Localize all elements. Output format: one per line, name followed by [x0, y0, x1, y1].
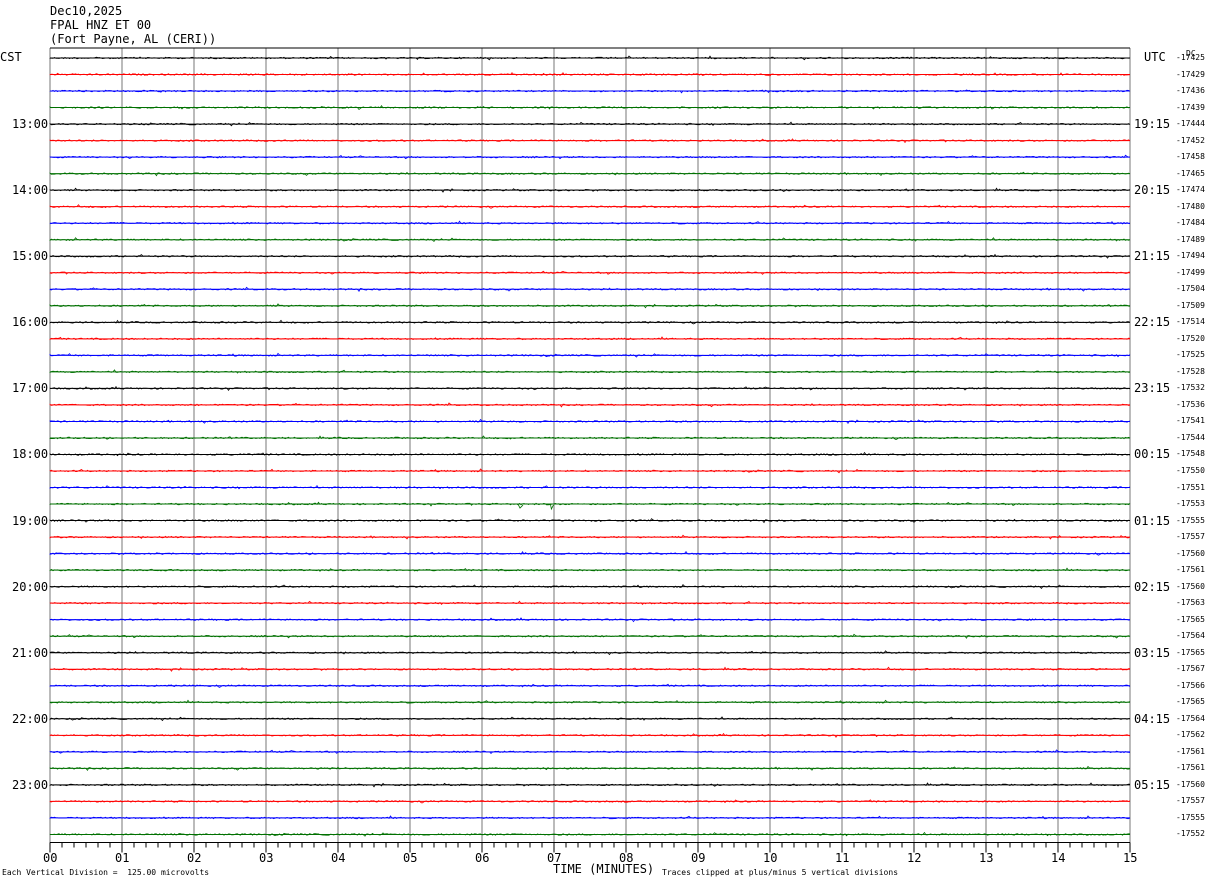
dc-offset-label: -17484	[1176, 218, 1205, 228]
footer-clip-note: Traces clipped at plus/minus 5 vertical …	[662, 868, 899, 877]
dc-offset-label: -17561	[1176, 565, 1205, 575]
dc-offset-label: -17499	[1176, 267, 1205, 277]
dc-offset-label: -17565	[1176, 697, 1205, 707]
minute-grid	[49, 47, 1131, 853]
x-tick-label: 14	[1051, 851, 1066, 866]
dc-offset-label: -17562	[1176, 730, 1205, 740]
dc-offset-label: -17553	[1176, 499, 1205, 509]
left-hour-label: 21:00	[12, 645, 49, 660]
dc-offset-label: -17536	[1176, 399, 1205, 409]
trace-group	[49, 55, 1131, 837]
left-hour-label: 18:00	[12, 447, 49, 462]
dc-offset-label: -17563	[1176, 598, 1205, 608]
dc-offset-label: -17425	[1176, 53, 1205, 62]
dc-offset-label: -17465	[1176, 168, 1205, 178]
x-tick-label: 05	[403, 851, 418, 866]
dc-offset-label: -17429	[1176, 69, 1205, 79]
dc-offset-label: -17525	[1176, 350, 1205, 360]
x-tick-label: 04	[331, 851, 346, 866]
seismic-trace	[49, 501, 1131, 511]
dc-offset-label: -17555	[1176, 812, 1205, 822]
dc-offset-label: -17474	[1176, 185, 1205, 195]
left-hour-label: 20:00	[12, 579, 49, 594]
left-hour-label: 22:00	[12, 711, 49, 726]
dc-offset-label: -17564	[1176, 631, 1205, 641]
x-tick-label: 11	[835, 851, 850, 866]
dc-offset-label: -17436	[1176, 86, 1205, 96]
right-hour-label: 04:15	[1134, 711, 1171, 726]
seismic-trace	[49, 55, 1131, 61]
dc-offset-label: -17541	[1176, 416, 1205, 426]
left-hour-label: 14:00	[12, 183, 49, 198]
dc-offset-label: -17555	[1176, 515, 1205, 525]
x-tick-label: 12	[907, 851, 922, 866]
x-tick-label: 01	[115, 851, 130, 866]
seismic-trace	[49, 418, 1131, 425]
dc-offset-label: -17552	[1176, 829, 1205, 839]
seismic-trace	[49, 154, 1131, 160]
helicorder-plot	[49, 47, 1131, 853]
x-tick-label: 10	[763, 851, 778, 866]
right-hour-label: 00:15	[1134, 447, 1171, 462]
dc-offset-label: -17504	[1176, 284, 1205, 294]
dc-offset-label: -17567	[1176, 664, 1205, 674]
dc-offset-label: -17528	[1176, 366, 1205, 376]
x-tick-label: 15	[1123, 851, 1138, 866]
right-hour-label: 20:15	[1134, 183, 1171, 198]
x-tick-label: 00	[43, 851, 58, 866]
right-hour-label: 23:15	[1134, 381, 1171, 396]
left-hour-label: 16:00	[12, 315, 49, 330]
x-tick-label: 06	[475, 851, 490, 866]
right-hour-label: 19:15	[1134, 117, 1171, 132]
dc-offset-label: -17439	[1176, 102, 1205, 112]
right-hour-label: 21:15	[1134, 249, 1171, 264]
dc-offset-label: -17557	[1176, 796, 1205, 806]
x-axis-label: TIME (MINUTES)	[553, 862, 655, 876]
left-hour-label: 19:00	[12, 513, 49, 528]
right-hour-label: 03:15	[1134, 645, 1171, 660]
dc-offset-label: -17489	[1176, 234, 1205, 244]
right-hour-label: 22:15	[1134, 315, 1171, 330]
dc-offset-label: -17561	[1176, 763, 1205, 773]
dc-offset-label: -17560	[1176, 581, 1205, 591]
dc-offset-label: -17560	[1176, 548, 1205, 558]
dc-offset-label: -17532	[1176, 383, 1205, 393]
dc-offset-label: -17564	[1176, 713, 1205, 723]
right-hour-label: 05:15	[1134, 777, 1171, 792]
x-tick-label: 02	[187, 851, 202, 866]
dc-offset-label: -17514	[1176, 317, 1205, 327]
dc-offset-label: -17509	[1176, 300, 1205, 310]
x-tick-label: 03	[259, 851, 274, 866]
dc-offset-label: -17494	[1176, 251, 1205, 261]
x-tick-label: 13	[979, 851, 994, 866]
seismic-trace	[49, 270, 1131, 275]
left-hour-label: 15:00	[12, 249, 49, 264]
dc-offset-label: -17566	[1176, 680, 1205, 690]
dc-offset-label: -17548	[1176, 449, 1205, 459]
dc-offset-label: -17452	[1176, 135, 1205, 145]
seismic-trace	[49, 468, 1131, 474]
dc-offset-label: -17544	[1176, 432, 1205, 442]
dc-offset-label: -17551	[1176, 482, 1205, 492]
dc-offset-label: -17520	[1176, 333, 1205, 343]
left-hour-label: 23:00	[12, 777, 49, 792]
dc-offset-label: -17458	[1176, 152, 1205, 162]
dc-offset-label: -17557	[1176, 532, 1205, 542]
dc-offset-label: -17444	[1176, 119, 1205, 129]
dc-offset-label: -17550	[1176, 466, 1205, 475]
right-hour-label: 02:15	[1134, 579, 1171, 594]
dc-offset-label: -17561	[1176, 746, 1205, 756]
dc-offset-label: -17565	[1176, 614, 1205, 624]
left-hour-label: 17:00	[12, 381, 49, 396]
dc-offset-label: -17480	[1176, 201, 1205, 211]
right-hour-label: 01:15	[1134, 513, 1171, 528]
left-hour-label: 13:00	[12, 117, 49, 132]
x-tick-label: 09	[691, 851, 706, 866]
dc-offset-label: -17565	[1176, 647, 1205, 657]
seismic-trace	[49, 402, 1131, 408]
footer-scale: Each Vertical Division = 125.00 microvol…	[2, 868, 210, 877]
dc-offset-label: -17560	[1176, 779, 1205, 789]
